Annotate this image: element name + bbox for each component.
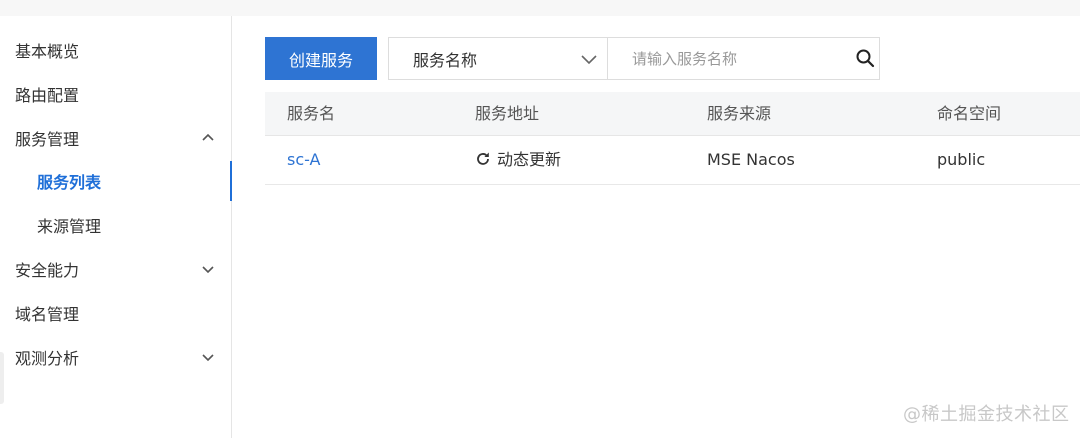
top-bar [0,0,1080,16]
search-field [607,37,880,80]
sidebar-item-label: 基本概览 [15,42,80,61]
table-row: sc-A 动态更新 MSE Nacos public [265,137,1080,185]
chevron-up-icon[interactable] [201,132,215,144]
sidebar-nav: 基本概览 路由配置 服务管理 服务列表 来源管理 安全能力 域名管理 观测分析 [0,16,232,438]
table-header: 服务名 服务地址 服务来源 命名空间 [265,92,1080,136]
service-address-text: 动态更新 [497,150,562,169]
service-name-link[interactable]: sc-A [287,137,321,185]
sidebar-item-service-list[interactable]: 服务列表 [0,161,232,201]
search-icon[interactable] [855,48,875,68]
column-header-service-address: 服务地址 [475,104,540,123]
sidebar-item-routes[interactable]: 路由配置 [0,74,231,114]
sidebar-item-label: 来源管理 [37,217,102,236]
sidebar-item-domain-management[interactable]: 域名管理 [0,293,231,333]
search-input[interactable] [632,49,842,68]
sidebar-item-label: 服务列表 [37,173,102,192]
sidebar-item-label: 安全能力 [15,261,80,280]
sidebar-item-label: 服务管理 [15,130,80,149]
column-header-service-name: 服务名 [287,104,336,123]
column-header-namespace: 命名空间 [937,104,1002,123]
refresh-icon [477,152,489,165]
watermark: @稀土掘金技术社区 [903,404,1070,425]
side-drawer-handle[interactable] [0,352,4,404]
create-service-button[interactable]: 创建服务 [265,37,377,80]
sidebar-item-label: 路由配置 [15,86,80,105]
chevron-down-icon [581,55,597,65]
sidebar-item-source-management[interactable]: 来源管理 [0,205,231,245]
column-header-service-source: 服务来源 [707,104,772,123]
namespace-cell: public [937,150,986,169]
sidebar-item-overview[interactable]: 基本概览 [0,30,231,70]
chevron-down-icon[interactable] [201,351,215,363]
sidebar-group-observability[interactable]: 观测分析 [0,337,231,377]
service-source-cell: MSE Nacos [707,150,795,169]
sidebar-item-label: 域名管理 [15,305,80,324]
sidebar-group-service-management[interactable]: 服务管理 [0,118,231,158]
sidebar-item-label: 观测分析 [15,349,80,368]
filter-field-value: 服务名称 [413,50,478,70]
chevron-down-icon[interactable] [201,263,215,275]
filter-field-select[interactable]: 服务名称 [388,37,608,80]
service-address-cell: 动态更新 [475,137,561,185]
sidebar-group-security[interactable]: 安全能力 [0,249,231,289]
